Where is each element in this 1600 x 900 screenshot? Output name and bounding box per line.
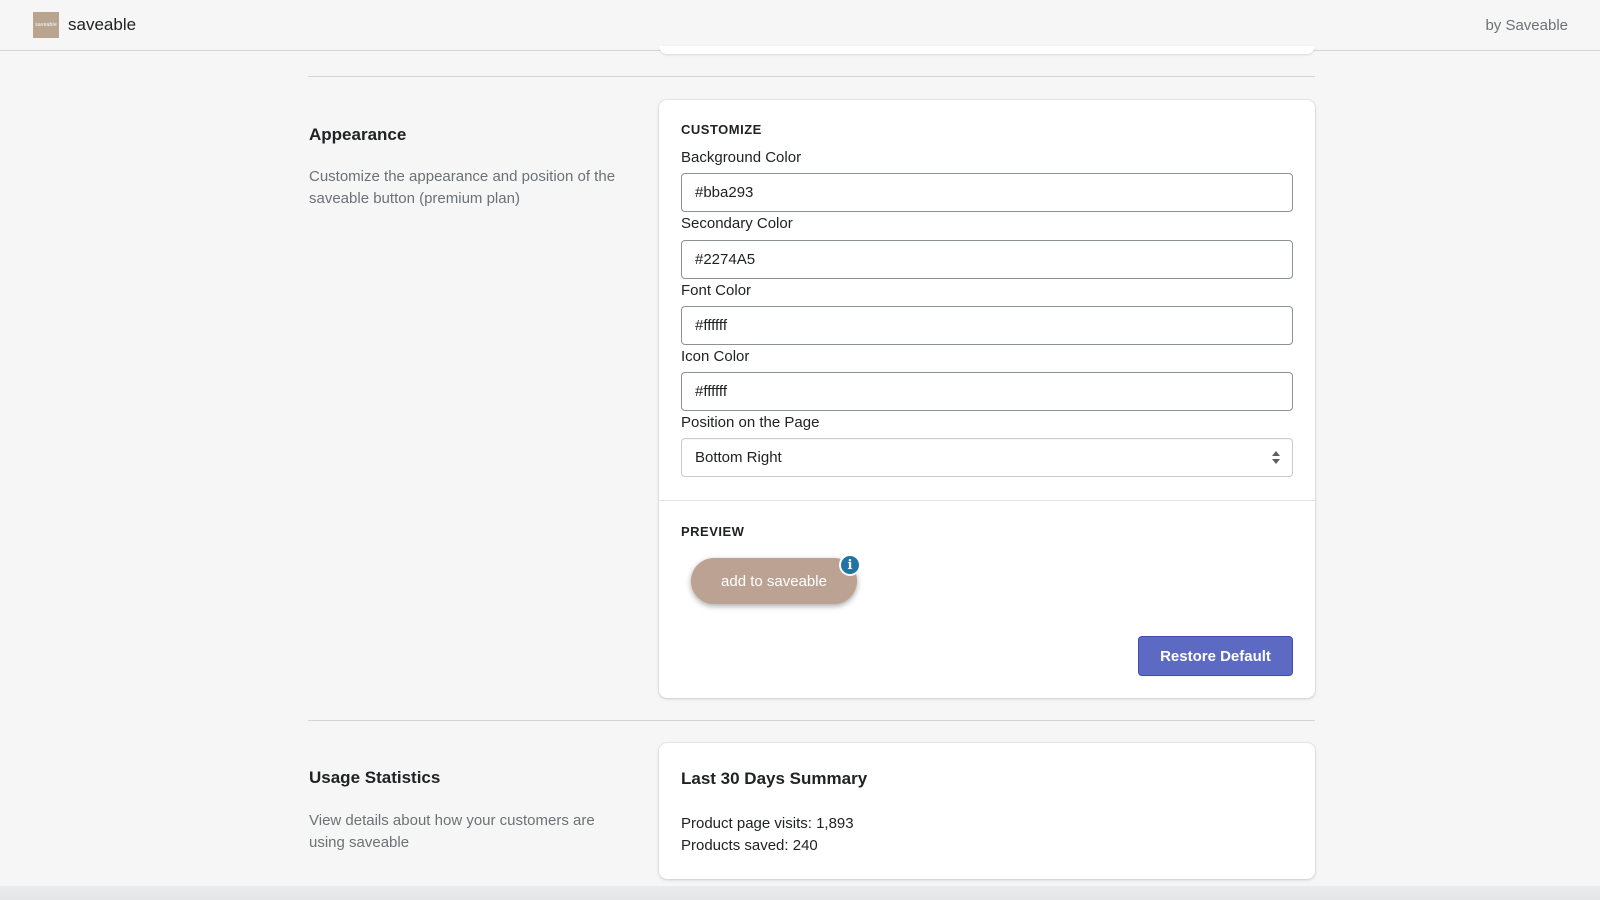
previous-card-bottom xyxy=(659,46,1315,54)
section-divider xyxy=(308,720,1315,721)
icon-color-label: Icon Color xyxy=(681,348,750,365)
preview-save-button[interactable]: add to saveable xyxy=(691,558,857,604)
summary-title: Last 30 Days Summary xyxy=(681,769,868,788)
logo-text: saveable xyxy=(35,22,57,28)
usage-summary-card: Last 30 Days Summary Product page visits… xyxy=(659,743,1315,879)
saveable-logo-icon: saveable xyxy=(33,12,59,38)
preview-title: PREVIEW xyxy=(681,524,745,539)
card-divider xyxy=(659,500,1315,501)
brand[interactable]: saveable saveable xyxy=(33,12,136,38)
position-selected-value: Bottom Right xyxy=(695,449,782,466)
position-label: Position on the Page xyxy=(681,414,820,431)
developer-label: by Saveable xyxy=(1485,16,1568,34)
icon-color-input[interactable] xyxy=(681,372,1293,411)
appearance-card: CUSTOMIZE Background Color Secondary Col… xyxy=(659,100,1315,698)
window-bottom-edge xyxy=(0,886,1600,900)
usage-heading: Usage Statistics xyxy=(309,768,441,787)
app-name: saveable xyxy=(68,15,137,34)
font-color-label: Font Color xyxy=(681,282,752,299)
restore-default-button[interactable]: Restore Default xyxy=(1138,636,1293,676)
section-divider xyxy=(308,76,1315,77)
appearance-description: Customize the appearance and position of… xyxy=(309,168,616,207)
customize-title: CUSTOMIZE xyxy=(681,122,762,137)
background-color-input[interactable] xyxy=(681,173,1293,212)
background-color-label: Background Color xyxy=(681,149,802,166)
secondary-color-label: Secondary Color xyxy=(681,215,793,232)
products-saved: Products saved: 240 xyxy=(681,837,818,854)
info-icon[interactable]: i xyxy=(839,554,861,576)
font-color-input[interactable] xyxy=(681,306,1293,345)
appearance-heading: Appearance xyxy=(309,125,407,144)
top-bar: saveable saveable by Saveable xyxy=(0,0,1600,51)
select-arrows-icon xyxy=(1272,451,1280,464)
usage-description: View details about how your customers ar… xyxy=(309,812,595,851)
secondary-color-input[interactable] xyxy=(681,240,1293,279)
product-page-visits: Product page visits: 1,893 xyxy=(681,815,854,832)
position-select[interactable]: Bottom Right xyxy=(681,438,1293,477)
